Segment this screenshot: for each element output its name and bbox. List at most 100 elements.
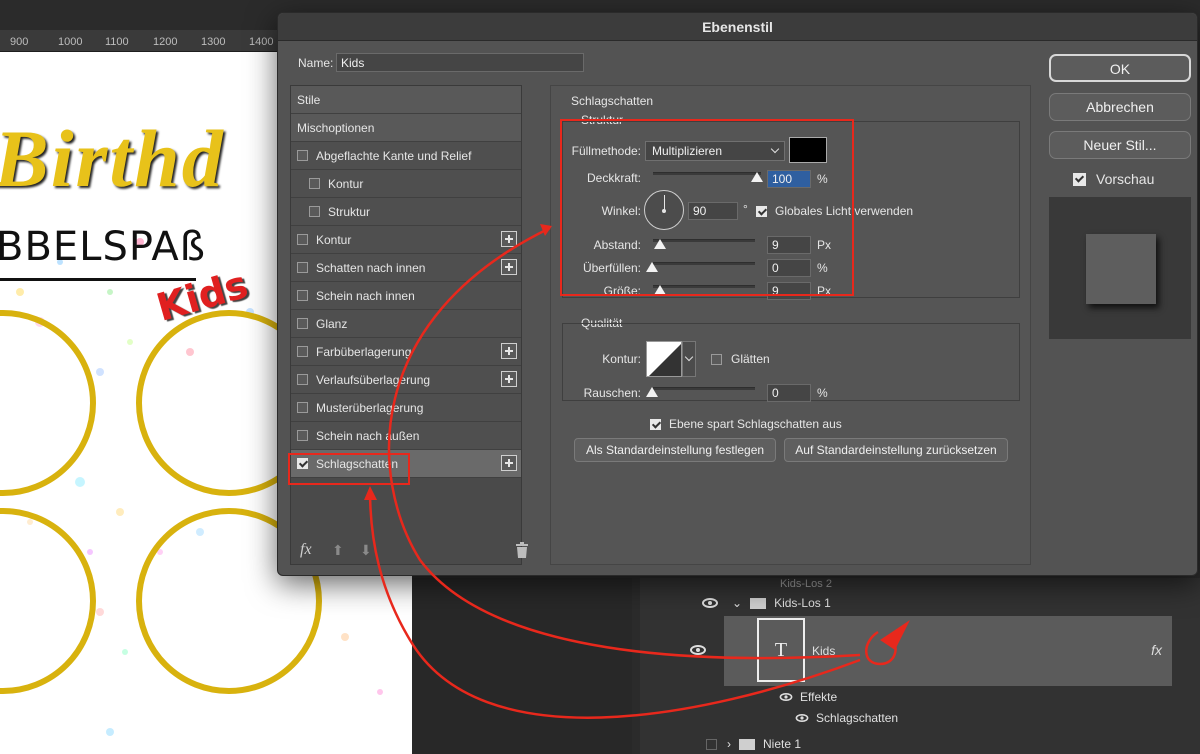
size-slider-thumb[interactable] (654, 285, 666, 295)
noise-slider-thumb[interactable] (646, 387, 658, 397)
style-label: Mischoptionen (297, 120, 375, 135)
ok-button[interactable]: OK (1049, 54, 1191, 82)
fx-icon[interactable]: fx (1151, 642, 1162, 658)
add-icon[interactable] (501, 231, 517, 247)
style-item-satin[interactable]: Glanz (291, 310, 521, 338)
knockout-label: Ebene spart Schlagschatten aus (669, 417, 842, 431)
checkbox[interactable] (297, 458, 308, 469)
checkbox[interactable] (309, 206, 320, 217)
angle-field[interactable]: 90 (688, 202, 738, 220)
opacity-field[interactable]: 100 (767, 170, 811, 188)
chevron-down-icon (770, 144, 780, 154)
style-label: Schlagschatten (316, 456, 399, 471)
effects-row[interactable]: Effekte (778, 688, 1200, 706)
effect-drop-shadow-row[interactable]: Schlagschatten (794, 709, 1200, 727)
eye-icon[interactable] (795, 714, 809, 722)
layer-name: Niete 1 (763, 737, 802, 751)
chevron-right-icon[interactable]: › (727, 737, 731, 751)
distance-field[interactable]: 9 (767, 236, 811, 254)
contour-preview[interactable] (646, 341, 682, 377)
checkbox[interactable] (297, 262, 308, 273)
opacity-unit: % (817, 172, 828, 186)
style-item-drop-shadow[interactable]: Schlagschatten (291, 450, 521, 478)
section-title: Schlagschatten (571, 94, 654, 108)
style-label: Struktur (328, 204, 371, 219)
size-field[interactable]: 9 (767, 282, 811, 300)
add-icon[interactable] (501, 371, 517, 387)
arrow-down-icon[interactable]: ⬇ (360, 542, 372, 559)
contour-dropdown[interactable] (682, 341, 696, 377)
layer-group-row[interactable]: ⌄ Kids-Los 1 (690, 592, 1172, 614)
eye-icon[interactable] (702, 598, 718, 608)
cancel-button[interactable]: Abbrechen (1049, 93, 1191, 121)
style-item-gradient-overlay[interactable]: Verlaufsüberlagerung (291, 366, 521, 394)
layers-panel[interactable]: Kids-Los 2 ⌄ Kids-Los 1 T Kids fx Effekt… (640, 578, 1200, 754)
subtitle-text: BBELSPAß (0, 224, 206, 270)
antialias-checkbox[interactable] (711, 354, 722, 365)
blend-mode-select[interactable]: Multiplizieren (645, 141, 785, 161)
subtitle-underline (0, 278, 196, 281)
style-item-texture[interactable]: Struktur (291, 198, 521, 226)
layer-group-row[interactable]: › Niete 1 (690, 734, 1172, 754)
style-item-inner-glow[interactable]: Schein nach innen (291, 282, 521, 310)
fx-icon[interactable]: fx (300, 541, 312, 559)
size-slider[interactable] (653, 285, 755, 288)
checkbox[interactable] (297, 374, 308, 385)
opacity-slider[interactable] (653, 172, 761, 175)
noise-slider[interactable] (653, 387, 755, 390)
spread-field[interactable]: 0 (767, 259, 811, 277)
checkbox[interactable] (297, 346, 308, 357)
preview-checkbox[interactable] (1073, 173, 1086, 186)
style-label: Musterüberlagerung (316, 400, 424, 415)
style-item-stroke[interactable]: Kontur (291, 226, 521, 254)
new-style-button[interactable]: Neuer Stil... (1049, 131, 1191, 159)
global-light-checkbox[interactable] (756, 206, 767, 217)
layer-group-row[interactable]: Kids-Los 2 (690, 578, 1172, 590)
distance-unit: Px (817, 238, 832, 252)
checkbox[interactable] (297, 402, 308, 413)
layer-name: Schlagschatten (816, 711, 899, 725)
distance-slider[interactable] (653, 239, 755, 242)
shadow-color-swatch[interactable] (789, 137, 827, 163)
trash-icon[interactable] (515, 542, 529, 558)
eye-icon[interactable] (779, 693, 793, 701)
checkbox[interactable] (297, 234, 308, 245)
style-label: Stile (297, 92, 321, 107)
checkbox[interactable] (297, 290, 308, 301)
distance-slider-thumb[interactable] (654, 239, 666, 249)
name-field[interactable]: Kids (336, 53, 584, 72)
visibility-box[interactable] (706, 738, 717, 750)
checkbox[interactable] (297, 318, 308, 329)
styles-header[interactable]: Stile (291, 86, 521, 114)
antialias-label: Glätten (731, 352, 770, 366)
reset-default-button[interactable]: Auf Standardeinstellung zurücksetzen (784, 438, 1008, 462)
ruler-tick: 900 (10, 36, 29, 48)
checkbox[interactable] (309, 178, 320, 189)
arrow-up-icon[interactable]: ⬆ (332, 542, 344, 559)
eye-icon[interactable] (690, 645, 706, 655)
style-label: Kontur (316, 232, 352, 247)
knockout-checkbox[interactable] (650, 419, 661, 430)
ruler-tick: 1100 (105, 36, 129, 48)
style-item-color-overlay[interactable]: Farbüberlagerung (291, 338, 521, 366)
spread-slider-thumb[interactable] (646, 262, 658, 272)
style-item-bevel-contour[interactable]: Kontur (291, 170, 521, 198)
layer-row-kids[interactable]: T Kids fx (690, 616, 1172, 686)
noise-label: Rauschen: (583, 386, 641, 400)
opacity-slider-thumb[interactable] (751, 172, 763, 182)
noise-field[interactable]: 0 (767, 384, 811, 402)
spread-slider[interactable] (653, 262, 755, 265)
chevron-down-icon[interactable]: ⌄ (732, 596, 742, 610)
style-item-outer-glow[interactable]: Schein nach außen (291, 422, 521, 450)
style-item-inner-shadow[interactable]: Schatten nach innen (291, 254, 521, 282)
add-icon[interactable] (501, 259, 517, 275)
style-item-pattern-overlay[interactable]: Musterüberlagerung (291, 394, 521, 422)
add-icon[interactable] (501, 343, 517, 359)
style-item-bevel-emboss[interactable]: Abgeflachte Kante und Relief (291, 142, 521, 170)
angle-dial[interactable] (644, 190, 684, 230)
blending-options-item[interactable]: Mischoptionen (291, 114, 521, 142)
add-icon[interactable] (501, 455, 517, 471)
make-default-button[interactable]: Als Standardeinstellung festlegen (574, 438, 776, 462)
checkbox[interactable] (297, 150, 308, 161)
checkbox[interactable] (297, 430, 308, 441)
